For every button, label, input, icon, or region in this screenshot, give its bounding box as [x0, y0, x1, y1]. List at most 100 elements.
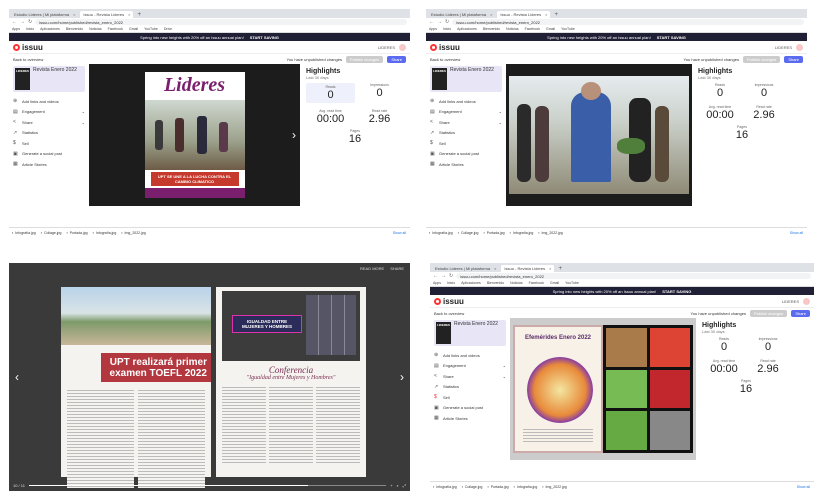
bookmark[interactable]: Noticias: [510, 281, 522, 285]
reload-icon[interactable]: ↻: [445, 19, 449, 25]
user-menu[interactable]: LIDERES: [378, 43, 406, 51]
download-item[interactable]: ▪ Infografía.jpg: [510, 231, 534, 235]
close-icon[interactable]: ×: [545, 12, 547, 17]
document-viewer[interactable]: [506, 64, 692, 206]
menu-article-stories[interactable]: ▦ Article Stories: [430, 159, 502, 170]
bookmark[interactable]: Noticias: [506, 27, 518, 31]
download-item[interactable]: ▪ Infografía.jpg: [12, 231, 36, 235]
download-item[interactable]: ▪ Img_2022.jpg: [538, 231, 562, 235]
menu-add-links[interactable]: ⊕ Add links and videos: [430, 96, 502, 107]
new-tab-icon[interactable]: +: [552, 12, 560, 18]
menu-engagement[interactable]: ▤ Engagement ⌄: [434, 361, 506, 372]
close-icon[interactable]: ×: [73, 12, 75, 17]
download-item[interactable]: ▪ Infografía.jpg: [429, 231, 453, 235]
browser-tab[interactable]: Estudio Lideres | Mi plataforma ×: [428, 11, 496, 18]
user-menu[interactable]: LIDERES: [775, 43, 803, 51]
close-icon[interactable]: ×: [128, 12, 130, 17]
bookmark[interactable]: Facebook: [529, 281, 544, 285]
menu-add-links[interactable]: ⊕ Add links and videos: [434, 350, 506, 361]
bookmark[interactable]: Aplicaciones: [457, 27, 477, 31]
menu-share[interactable]: < Share ⌄: [430, 117, 502, 128]
publication-card[interactable]: LIDERES Revista Enero 2022: [430, 66, 502, 92]
issuu-logo[interactable]: issuu: [434, 297, 464, 306]
download-item[interactable]: ▪ Portada.jpg: [487, 485, 508, 489]
download-item[interactable]: ▪ Portada.jpg: [66, 231, 87, 235]
bookmark[interactable]: Inicio: [26, 27, 34, 31]
search-icon[interactable]: ⌕: [397, 483, 399, 488]
menu-engagement[interactable]: ▤ Engagement ⌄: [13, 107, 85, 118]
back-arrow-icon[interactable]: ←: [433, 273, 438, 279]
browser-tab[interactable]: Estudio Lideres | Mi plataforma ×: [11, 11, 79, 18]
publish-button[interactable]: Publish changes: [345, 55, 384, 63]
download-item[interactable]: ▪ Infografía.jpg: [93, 231, 117, 235]
bookmark[interactable]: Inicio: [447, 281, 455, 285]
download-item[interactable]: ▪ Infografía.jpg: [514, 485, 538, 489]
publication-card[interactable]: LIDERES Revista Enero 2022: [434, 320, 506, 346]
bookmark[interactable]: Gmail: [546, 27, 555, 31]
close-icon[interactable]: ×: [490, 12, 492, 17]
bookmark[interactable]: Inicio: [443, 27, 451, 31]
publish-button[interactable]: Publish changes: [742, 55, 781, 63]
menu-add-links[interactable]: ⊕ Add links and videos: [13, 96, 85, 107]
document-viewer[interactable]: Efemérides Enero 2022: [510, 318, 696, 460]
menu-statistics[interactable]: ↗ Statistics: [430, 128, 502, 139]
bookmark[interactable]: Noticias: [89, 27, 101, 31]
bookmark[interactable]: YouTube: [144, 27, 158, 31]
forward-arrow-icon[interactable]: →: [441, 273, 446, 279]
download-item[interactable]: ▪ Collage.jpg: [41, 231, 62, 235]
next-page-icon[interactable]: ›: [400, 370, 404, 384]
avatar[interactable]: [803, 297, 810, 305]
bookmark[interactable]: Bienvenido: [66, 27, 83, 31]
bookmark[interactable]: Gmail: [550, 281, 559, 285]
share-button[interactable]: Share: [387, 55, 406, 63]
menu-statistics[interactable]: ↗ Statistics: [13, 128, 85, 139]
bookmark[interactable]: YouTube: [565, 281, 579, 285]
issuu-logo[interactable]: issuu: [13, 43, 43, 52]
menu-share[interactable]: < Share ⌄: [434, 371, 506, 382]
back-to-overview-link[interactable]: Back to overview: [434, 311, 464, 316]
download-item[interactable]: ▪ Img_2022.jpg: [121, 231, 145, 235]
bookmark[interactable]: Facebook: [108, 27, 123, 31]
bookmark[interactable]: Aplicaciones: [40, 27, 60, 31]
document-viewer[interactable]: Lideres UPT SE UNE A LA LUCHA CONTRA EL …: [89, 64, 300, 206]
close-icon[interactable]: ×: [549, 266, 551, 271]
menu-sell[interactable]: $ Sell: [434, 392, 506, 403]
page-slider[interactable]: [28, 485, 387, 486]
reload-icon[interactable]: ↻: [449, 273, 453, 279]
bookmark[interactable]: Bienvenido: [483, 27, 500, 31]
bookmark[interactable]: Bienvenido: [487, 281, 504, 285]
back-to-overview-link[interactable]: Back to overview: [430, 57, 460, 62]
bookmark[interactable]: Apps: [433, 281, 441, 285]
url-input[interactable]: issuu.com/home/published/revista_enero_2…: [456, 273, 811, 279]
next-page-icon[interactable]: ›: [292, 128, 296, 142]
browser-tab-active[interactable]: Issuu - Revista Lideres ×: [501, 265, 555, 272]
share-button[interactable]: Share: [791, 309, 810, 317]
bookmark[interactable]: Facebook: [525, 27, 540, 31]
share-button[interactable]: SHARE: [390, 266, 404, 271]
back-arrow-icon[interactable]: ←: [429, 19, 434, 25]
bookmark[interactable]: Drive: [164, 27, 172, 31]
menu-social-post[interactable]: ▣ Generate a social post: [430, 149, 502, 160]
show-all-link[interactable]: Show all: [790, 231, 803, 235]
menu-article-stories[interactable]: ▦ Article Stories: [13, 159, 85, 170]
menu-social-post[interactable]: ▣ Generate a social post: [434, 403, 506, 414]
publication-card[interactable]: LIDERES Revista Enero 2022: [13, 66, 85, 92]
url-input[interactable]: issuu.com/home/published/revista_enero_2…: [452, 19, 804, 25]
promo-cta[interactable]: START SAVING: [662, 289, 691, 294]
zoom-in-icon[interactable]: +: [390, 483, 392, 488]
download-item[interactable]: ▪ Portada.jpg: [483, 231, 504, 235]
download-item[interactable]: ▪ Collage.jpg: [458, 231, 479, 235]
bookmark[interactable]: Aplicaciones: [461, 281, 481, 285]
bookmark[interactable]: YouTube: [561, 27, 575, 31]
forward-arrow-icon[interactable]: →: [437, 19, 442, 25]
bookmark[interactable]: Apps: [429, 27, 437, 31]
menu-engagement[interactable]: ▤ Engagement ⌄: [430, 107, 502, 118]
bookmark[interactable]: Apps: [12, 27, 20, 31]
reload-icon[interactable]: ↻: [28, 19, 32, 25]
issuu-logo[interactable]: issuu: [430, 43, 460, 52]
previous-page-icon[interactable]: ‹: [15, 370, 19, 384]
avatar[interactable]: [796, 43, 803, 51]
back-to-overview-link[interactable]: Back to overview: [13, 57, 43, 62]
close-icon[interactable]: ×: [494, 266, 496, 271]
show-all-link[interactable]: Show all: [797, 485, 810, 489]
